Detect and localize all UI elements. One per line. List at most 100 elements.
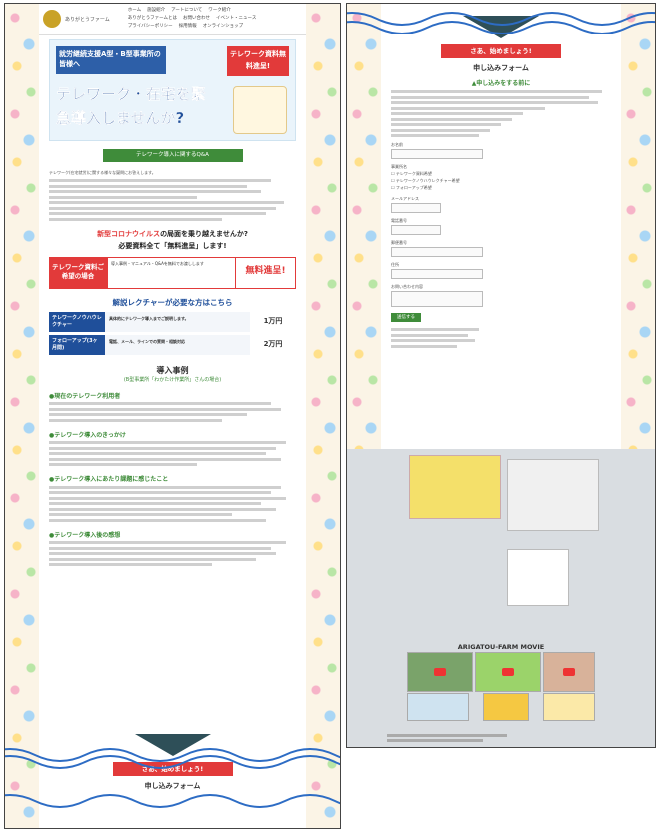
field-label: 事業所名 xyxy=(391,164,407,169)
site-header: ありがとうファーム ホーム 施設紹介 アートについて ワーク紹介 ありがとうファ… xyxy=(39,4,306,35)
nav-item[interactable]: 採用情報 xyxy=(179,23,197,31)
case-subheading: (B型事業所「わかたけ作業所」さんの場合) xyxy=(123,376,222,383)
checkbox-option[interactable]: ☐ テレワーク資料希望 xyxy=(391,171,611,177)
intro-text: テレワーク(在宅就労)に関する様々な疑問にお答えします。 xyxy=(49,170,156,175)
field-label: お名前 xyxy=(391,142,403,147)
left-page-screenshot: ありがとうファーム ホーム 施設紹介 アートについて ワーク紹介 ありがとうファ… xyxy=(4,3,341,829)
lecture-price: 1万円 xyxy=(263,316,283,325)
logo-text: ありがとうファーム xyxy=(65,16,110,23)
corona-heading: 新型コロナウイルスの局面を乗り越えませんか? xyxy=(47,229,298,239)
lecture-row: テレワークノウハウレクチャー 具体的にテレワーク導入までご説明します。 1万円 xyxy=(49,311,296,332)
corona-heading-rest: の局面を乗り越えませんか? xyxy=(160,229,248,238)
social-post-card[interactable] xyxy=(507,549,569,606)
hero-banner: 就労継続支援A型・B型事業所の皆様へ テレワーク資料無料進呈! テレワーク・在宅… xyxy=(49,39,296,141)
address-field[interactable] xyxy=(391,269,483,279)
text-block xyxy=(49,402,296,422)
lecture-desc: 具体的にテレワーク導入までご説明します。 xyxy=(105,311,250,332)
corona-subheading: 必要資料全て「無料進呈」します! xyxy=(118,241,227,250)
case-section-title: ●テレワーク導入にあたり課題に感じたこと xyxy=(49,476,169,483)
hero-free-badge: テレワーク資料無料進呈! xyxy=(227,46,289,76)
message-field[interactable] xyxy=(391,291,483,307)
promo-image-left[interactable] xyxy=(409,455,501,519)
video-thumbnail[interactable] xyxy=(407,693,469,721)
nav-item[interactable]: ありがとうファームとは xyxy=(128,15,177,23)
lecture-price: 2万円 xyxy=(263,339,283,348)
torn-edge-wave-icon xyxy=(5,748,340,769)
cta-banner: さあ、始めましょう! xyxy=(441,44,561,58)
text-block xyxy=(49,441,296,466)
footer-area: ARIGATOU-FARM MOVIE xyxy=(347,449,655,747)
lecture-desc: 電話、メール、ラインでの質問・相談対応 xyxy=(105,334,250,355)
promo-description: 導入事例・マニュアル・Q&Aを無料でお渡しします xyxy=(107,256,236,289)
checkbox-label: テレワーク資料希望 xyxy=(395,171,432,176)
hero-headline: テレワーク・在宅を緊急導入しませんか? xyxy=(56,85,206,127)
checkbox-label: フォローアップ希望 xyxy=(395,185,432,190)
decorative-side-pattern xyxy=(5,4,39,828)
text-block xyxy=(391,328,611,348)
lecture-title: テレワークノウハウレクチャー xyxy=(49,311,105,332)
text-block xyxy=(49,541,296,566)
video-thumbnail[interactable] xyxy=(543,652,595,692)
footer-text xyxy=(387,731,507,745)
play-icon xyxy=(502,668,514,676)
text-block xyxy=(49,485,296,522)
email-field[interactable] xyxy=(391,203,441,213)
torn-edge-wave-icon xyxy=(5,794,340,808)
name-field[interactable] xyxy=(391,149,483,159)
nav-item[interactable]: イベント・ニュース xyxy=(216,15,256,23)
phone-field[interactable] xyxy=(391,225,441,235)
page-content: ありがとうファーム ホーム 施設紹介 アートについて ワーク紹介 ありがとうファ… xyxy=(39,4,306,828)
laptop-illustration-icon xyxy=(233,86,287,134)
case-section-title: ●テレワーク導入後の感想 xyxy=(49,531,121,539)
case-section-title: ●テレワーク導入のきっかけ xyxy=(49,431,126,439)
field-label: お問い合わせ内容 xyxy=(391,284,423,289)
text-block xyxy=(391,112,611,137)
field-label: 郵便番号 xyxy=(391,240,407,245)
lecture-heading: 解説レクチャーが必要な方はこちら xyxy=(112,297,233,307)
nav-item[interactable]: オンラインショップ xyxy=(203,23,244,31)
zip-field[interactable] xyxy=(391,247,483,257)
play-icon xyxy=(563,668,575,676)
video-thumbnail[interactable] xyxy=(483,693,529,721)
text-block xyxy=(387,733,507,742)
field-label: メールアドレス xyxy=(391,196,419,201)
text-block xyxy=(391,90,611,110)
play-icon xyxy=(434,668,446,676)
form-note-heading: ▲申し込みをする前に xyxy=(471,80,531,87)
checkbox-option[interactable]: ☐ テレワークノウハウレクチャー希望 xyxy=(391,178,611,184)
nav-item[interactable]: プライバシーポリシー xyxy=(128,23,173,31)
nav-item[interactable]: お問い合わせ xyxy=(183,15,210,23)
hero-target-text: 就労継続支援A型・B型事業所の皆様へ xyxy=(56,46,166,74)
lecture-title: フォローアップ(3ヶ月間) xyxy=(49,334,105,355)
promo-label: テレワーク資料ご希望の場合 xyxy=(49,256,107,289)
right-page-screenshot: さあ、始めましょう! 申し込みフォーム ▲申し込みをする前に お名前 事業所名 … xyxy=(346,3,656,748)
nav-item[interactable]: ワーク紹介 xyxy=(208,7,231,15)
video-thumbnail[interactable] xyxy=(543,693,595,721)
case-heading: 導入事例 xyxy=(156,365,189,375)
torn-edge-wave-icon xyxy=(347,12,655,34)
free-material-promo: テレワーク資料ご希望の場合 導入事例・マニュアル・Q&Aを無料でお渡しします 無… xyxy=(49,256,296,289)
nav-item[interactable]: 施設紹介 xyxy=(147,7,165,15)
lecture-row: フォローアップ(3ヶ月間) 電話、メール、ラインでの質問・相談対応 2万円 xyxy=(49,334,296,355)
video-thumbnail[interactable] xyxy=(475,652,541,692)
case-section-title: ●現在のテレワーク利用者 xyxy=(49,392,121,400)
site-logo-icon[interactable] xyxy=(43,10,61,28)
promo-free-badge: 無料進呈! xyxy=(236,256,296,289)
movie-heading: ARIGATOU-FARM MOVIE xyxy=(457,643,545,651)
main-nav: ホーム 施設紹介 アートについて ワーク紹介 ありがとうファームとは お問い合わ… xyxy=(128,7,278,31)
checkbox-option[interactable]: ☐ フォローアップ希望 xyxy=(391,185,611,191)
product-bottles-image[interactable] xyxy=(507,459,599,531)
nav-item[interactable]: ホーム xyxy=(128,7,141,15)
field-label: 電話番号 xyxy=(391,218,407,223)
qa-button[interactable]: テレワーク導入に関するQ&A xyxy=(102,149,243,162)
field-label: 住所 xyxy=(391,262,399,267)
checkbox-label: テレワークノウハウレクチャー希望 xyxy=(395,178,460,183)
nav-item[interactable]: アートについて xyxy=(171,7,202,15)
submit-button[interactable]: 送信する xyxy=(391,313,421,322)
decorative-side-pattern xyxy=(306,4,340,828)
text-block xyxy=(49,179,296,199)
text-block xyxy=(49,201,296,221)
corona-keyword: 新型コロナウイルス xyxy=(97,229,161,238)
form-title: 申し込みフォーム xyxy=(473,64,529,72)
video-thumbnail[interactable] xyxy=(407,652,473,692)
